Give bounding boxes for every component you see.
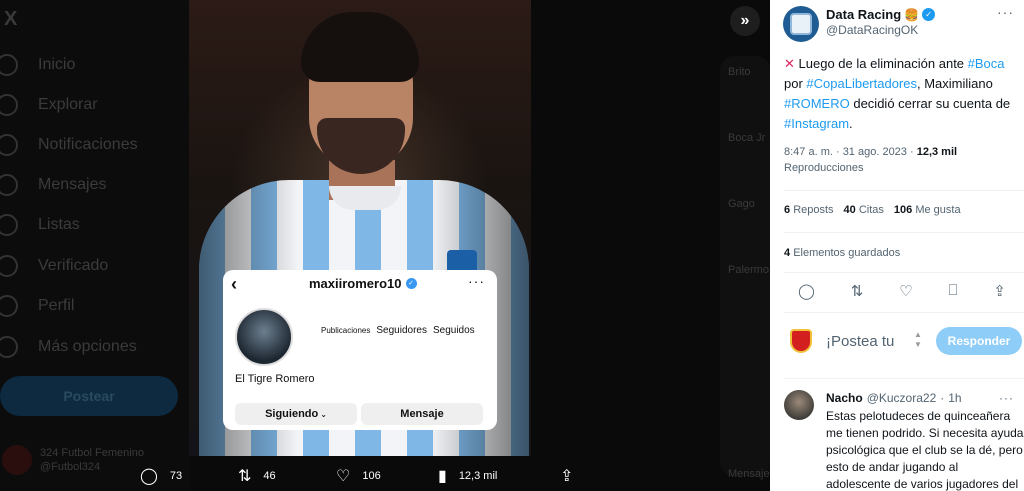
following-button: Siguiendo ⌄ [235, 403, 357, 425]
x-logo-icon: X [4, 8, 18, 30]
share-icon[interactable]: ⇪ [993, 282, 1006, 300]
repost-icon[interactable]: ⇅ [851, 282, 864, 300]
quotes-stat[interactable]: 40 Citas [844, 204, 884, 216]
x-icon [0, 255, 18, 277]
hashtag-link[interactable]: #Instagram [784, 116, 849, 131]
list-icon [0, 214, 18, 236]
divider [784, 272, 1024, 273]
avatar[interactable] [783, 6, 819, 42]
reply-button[interactable]: Responder [936, 327, 1022, 355]
hashtag-link[interactable]: #Boca [968, 56, 1005, 71]
mail-icon [0, 174, 18, 196]
reply-action[interactable]: ◯ 73 [140, 466, 182, 486]
more-icon: ··· [468, 273, 485, 289]
reply-author-name[interactable]: Nacho [826, 391, 863, 405]
tweet-text: ✕ Luego de la eliminación ante #Boca por… [784, 56, 1011, 131]
repost-action[interactable]: ⇅ 46 [238, 466, 276, 486]
author-handle[interactable]: @DataRacingOK [826, 23, 918, 37]
back-arrow-icon: ‹ [231, 274, 237, 294]
heart-icon[interactable]: ♡ [899, 282, 912, 300]
comment-icon: ◯ [140, 468, 158, 485]
club-shield-icon [790, 329, 812, 353]
instagram-stats: Publicaciones Seguidores Seguidos [321, 325, 475, 336]
chevron-down-icon: ⌄ [320, 409, 327, 419]
views-icon: ▮ [438, 468, 447, 485]
nav-item-home: Inicio [0, 50, 75, 80]
tweet-actions: ◯ ⇅ ♡ ⎕ ⇪ [784, 282, 1020, 300]
reply-author-handle[interactable]: @Kuczora22 [867, 391, 937, 405]
club-logo-icon [790, 13, 812, 35]
post-button: Postear [0, 376, 178, 416]
instagram-avatar [235, 308, 293, 366]
saved-stat: 4 Elementos guardados [784, 247, 901, 259]
likes-stat[interactable]: 106 Me gusta [894, 204, 961, 216]
divider [784, 190, 1024, 191]
burger-emoji-icon: 🍔 [904, 7, 920, 22]
nav-item-messages: Mensajes [0, 170, 106, 200]
search-icon [0, 94, 18, 116]
bookmark-icon[interactable]: ⎕ [949, 282, 958, 300]
tweet-meta: 8:47 a. m. · 31 ago. 2023 · 12,3 mil Rep… [784, 144, 1020, 176]
account-name: 324 Futbol Femenino [40, 447, 144, 459]
avatar [2, 445, 32, 475]
instagram-display-name: El Tigre Romero [235, 373, 315, 385]
avatar[interactable] [784, 390, 814, 420]
reply-time[interactable]: 1h [948, 391, 961, 405]
views-count: 12,3 mil [916, 146, 958, 158]
home-icon [0, 54, 18, 76]
reply-input[interactable]: ¡Postea tu [826, 333, 894, 350]
verified-badge-icon: ✓ [922, 8, 936, 21]
avatar [786, 326, 816, 356]
reposts-stat[interactable]: 6 Reposts [784, 204, 834, 216]
views-action[interactable]: ▮ 12,3 mil [438, 466, 497, 486]
nav-item-notifications: Notificaciones [0, 130, 138, 160]
tweet-detail-panel: Data Racing 🍔 ✓ @DataRacingOK ··· ✕ Lueg… [770, 0, 1024, 491]
nav-item-profile: Perfil [0, 291, 74, 321]
tweet-timestamp[interactable]: 8:47 a. m. · 31 ago. 2023 · [784, 146, 917, 158]
heart-icon: ♡ [336, 468, 351, 485]
nav-item-lists: Listas [0, 210, 80, 240]
trend-item: Mensajes [728, 468, 776, 480]
trend-item: Palermo [728, 264, 769, 276]
profile-icon [0, 295, 18, 317]
nav-item-explore: Explorar [0, 90, 98, 120]
author-name[interactable]: Data Racing [826, 7, 901, 22]
instagram-profile-card: ‹ maxiiromero10 ✓ ··· Publicaciones Segu… [223, 270, 497, 430]
account-handle: @Futbol324 [40, 461, 101, 473]
reply-header: Nacho @Kuczora22 · 1h [826, 391, 962, 405]
expand-icon[interactable]: » [730, 6, 760, 36]
share-icon: ⇪ [560, 468, 574, 485]
media-action-bar: ◯ 73 ⇅ 46 ♡ 106 ▮ 12,3 mil ⇪ [130, 462, 590, 490]
reply-text: Estas pelotudeces de quinceañera me tien… [826, 409, 1024, 491]
views-label: Reproducciones [784, 162, 864, 174]
divider [784, 232, 1024, 233]
hashtag-link[interactable]: #ROMERO [784, 96, 850, 111]
repost-icon: ⇅ [238, 468, 252, 485]
more-icon[interactable]: ··· [999, 391, 1014, 405]
trend-item: Boca Jr [728, 132, 766, 144]
comment-icon[interactable]: ◯ [798, 282, 815, 300]
tweet-stats: 6 Reposts 40 Citas 106 Me gusta [784, 204, 961, 216]
nav-item-more: Más opciones [0, 332, 137, 362]
message-button: Mensaje [361, 403, 483, 425]
cross-mark-icon: ✕ [784, 56, 795, 71]
more-icon[interactable]: ··· [997, 4, 1014, 20]
bell-icon [0, 134, 18, 156]
nav-item-verified: Verificado [0, 251, 108, 281]
verified-badge-icon: ✓ [405, 278, 417, 289]
divider [784, 312, 1024, 313]
like-action[interactable]: ♡ 106 [336, 466, 381, 486]
trend-item: Gago [728, 198, 755, 210]
trend-item: Brito [728, 66, 751, 78]
divider [784, 378, 1024, 379]
stepper-icon: ▲ ▼ [914, 330, 922, 349]
share-action[interactable]: ⇪ [560, 466, 573, 486]
instagram-username: maxiiromero10 [309, 276, 402, 291]
background-sidebar: X Inicio Explorar Notificaciones Mensaje… [0, 0, 190, 491]
more-options-icon [0, 336, 18, 358]
hashtag-link[interactable]: #CopaLibertadores [806, 76, 917, 91]
